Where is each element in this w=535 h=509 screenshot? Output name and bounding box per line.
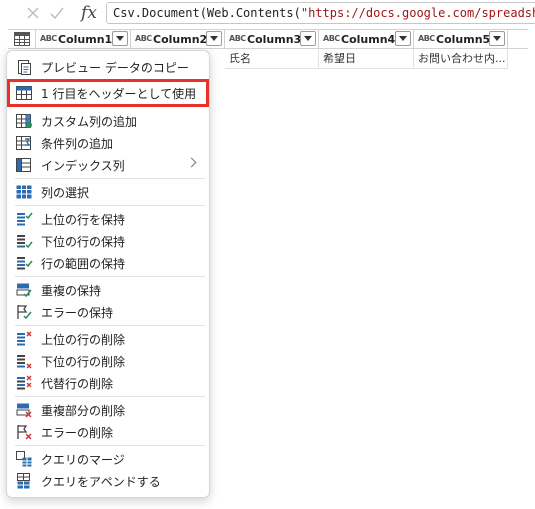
menu-separator [15, 276, 205, 277]
menu-item-keep-bottom-rows[interactable]: 下位の行の保持 [9, 230, 207, 252]
menu-item-choose-columns[interactable]: 列の選択 [9, 181, 207, 203]
menu-item-label: プレビュー データのコピー [41, 60, 189, 75]
remove-alternate-rows-icon [17, 375, 32, 390]
menu-item-remove-bottom-rows[interactable]: 下位の行の削除 [9, 350, 207, 372]
menu-item-label: 列の選択 [41, 185, 90, 200]
menu-item-remove-alternate-rows[interactable]: 代替行の削除 [9, 372, 207, 394]
menu-item-label: 重複部分の削除 [41, 403, 126, 418]
menu-item-label: 行の範囲の保持 [41, 256, 126, 271]
menu-item-label: 下位の行の保持 [41, 234, 126, 249]
chevron-right-icon [186, 157, 197, 168]
type-abc-icon[interactable]: ABC [323, 35, 340, 43]
column-header-2[interactable]: ABC Column2 [131, 30, 225, 48]
formula-function-text: Csv.Document(Web.Contents( [113, 6, 301, 20]
menu-item-remove-errors[interactable]: エラーの削除 [9, 421, 207, 443]
menu-item-label: 上位の行を保持 [41, 212, 126, 227]
type-abc-icon[interactable]: ABC [229, 35, 246, 43]
type-abc-icon[interactable]: ABC [40, 35, 57, 43]
menu-item-append-queries[interactable]: クエリをアペンドする [9, 470, 207, 492]
keep-bottom-rows-icon [17, 235, 33, 249]
menu-separator [15, 205, 205, 206]
copy-preview-icon [18, 60, 31, 75]
column-dropdown-button[interactable] [112, 31, 128, 46]
custom-column-icon [16, 114, 32, 128]
table-header-icon [16, 86, 32, 100]
menu-item-merge-queries[interactable]: クエリのマージ [9, 448, 207, 470]
column-dropdown-button[interactable] [300, 31, 316, 46]
formula-input[interactable]: Csv.Document(Web.Contents("https://docs.… [106, 2, 535, 24]
column-name: Column1 [58, 32, 113, 46]
chevron-down-icon [493, 36, 501, 41]
column-name: Column3 [247, 32, 302, 46]
menu-separator [15, 445, 205, 446]
column-dropdown-button[interactable] [395, 31, 411, 46]
append-queries-icon [17, 473, 30, 489]
remove-bottom-rows-icon [17, 355, 32, 369]
menu-item-add-conditional-column[interactable]: 条件列の追加 [9, 132, 207, 154]
chevron-down-icon [116, 36, 124, 41]
fx-icon[interactable]: fx [74, 0, 104, 26]
menu-item-index-column[interactable]: インデックス列 [9, 154, 207, 176]
menu-item-label: カスタム列の追加 [41, 114, 138, 129]
menu-separator [15, 178, 205, 179]
column-header-5[interactable]: ABC Column5 [414, 30, 508, 48]
column-header-row: ABC Column1 ABC Column2 ABC Column3 ABC … [8, 29, 528, 49]
menu-item-keep-top-rows[interactable]: 上位の行を保持 [9, 208, 207, 230]
keep-top-rows-icon [17, 212, 33, 226]
menu-item-label: クエリのマージ [41, 452, 125, 467]
chevron-down-icon [399, 36, 407, 41]
menu-item-label: エラーの保持 [41, 305, 114, 320]
menu-item-label: 条件列の追加 [41, 136, 114, 151]
menu-item-label: インデックス列 [41, 158, 125, 173]
column-header-3[interactable]: ABC Column3 [225, 30, 319, 48]
column-name: Column2 [153, 32, 208, 46]
remove-top-rows-icon [17, 331, 32, 346]
menu-item-label: 上位の行の削除 [41, 332, 126, 347]
column-header-4[interactable]: ABC Column4 [319, 30, 414, 48]
chevron-down-icon [304, 36, 312, 41]
menu-separator [15, 325, 205, 326]
formula-string-text: "https://docs.google.com/spreadsh [300, 6, 535, 20]
choose-columns-icon [16, 185, 32, 199]
menu-item-label: 下位の行の削除 [41, 354, 126, 369]
menu-item-use-first-row-as-headers[interactable]: 1 行目をヘッダーとして使用 [7, 79, 209, 107]
remove-duplicates-icon [16, 403, 32, 418]
column-name: Column5 [436, 32, 491, 46]
menu-item-label: 重複の保持 [41, 283, 102, 298]
keep-range-rows-icon [17, 257, 33, 270]
chevron-down-icon [210, 36, 218, 41]
table-cell[interactable]: 氏名 [225, 49, 319, 69]
remove-errors-icon [17, 425, 32, 440]
table-menu-icon[interactable] [8, 30, 36, 48]
menu-item-label: 代替行の削除 [41, 376, 114, 391]
menu-item-label: エラーの削除 [41, 425, 114, 440]
menu-item-copy-preview[interactable]: プレビュー データのコピー [9, 56, 207, 78]
menu-item-remove-duplicates[interactable]: 重複部分の削除 [9, 399, 207, 421]
cancel-formula-icon[interactable] [20, 2, 46, 24]
menu-item-keep-duplicates[interactable]: 重複の保持 [9, 279, 207, 301]
menu-item-add-custom-column[interactable]: カスタム列の追加 [9, 110, 207, 132]
type-abc-icon[interactable]: ABC [418, 35, 435, 43]
menu-item-keep-errors[interactable]: エラーの保持 [9, 301, 207, 323]
keep-errors-icon [17, 305, 32, 320]
column-dropdown-button[interactable] [489, 31, 505, 46]
menu-item-remove-top-rows[interactable]: 上位の行の削除 [9, 328, 207, 350]
column-name: Column4 [341, 32, 396, 46]
conditional-column-icon [16, 136, 31, 150]
menu-item-label: 1 行目をヘッダーとして使用 [41, 86, 197, 101]
index-column-icon [16, 158, 31, 172]
confirm-formula-icon[interactable] [44, 2, 70, 24]
merge-queries-icon [16, 451, 32, 467]
column-dropdown-button[interactable] [206, 31, 222, 46]
column-header-1[interactable]: ABC Column1 [36, 30, 131, 48]
menu-item-label: クエリをアペンドする [41, 474, 161, 489]
table-cell[interactable]: お問い合わせ内... [414, 49, 508, 69]
table-cell[interactable]: 希望日 [319, 49, 414, 69]
menu-separator [15, 396, 205, 397]
keep-duplicates-icon [16, 283, 32, 298]
table-context-menu: プレビュー データのコピー 1 行目をヘッダーとして使用 カスタム列の追加 条件… [6, 50, 210, 498]
type-abc-icon[interactable]: ABC [135, 35, 152, 43]
menu-item-keep-range-rows[interactable]: 行の範囲の保持 [9, 252, 207, 274]
formula-bar: fx Csv.Document(Web.Contents("https://do… [0, 0, 535, 28]
